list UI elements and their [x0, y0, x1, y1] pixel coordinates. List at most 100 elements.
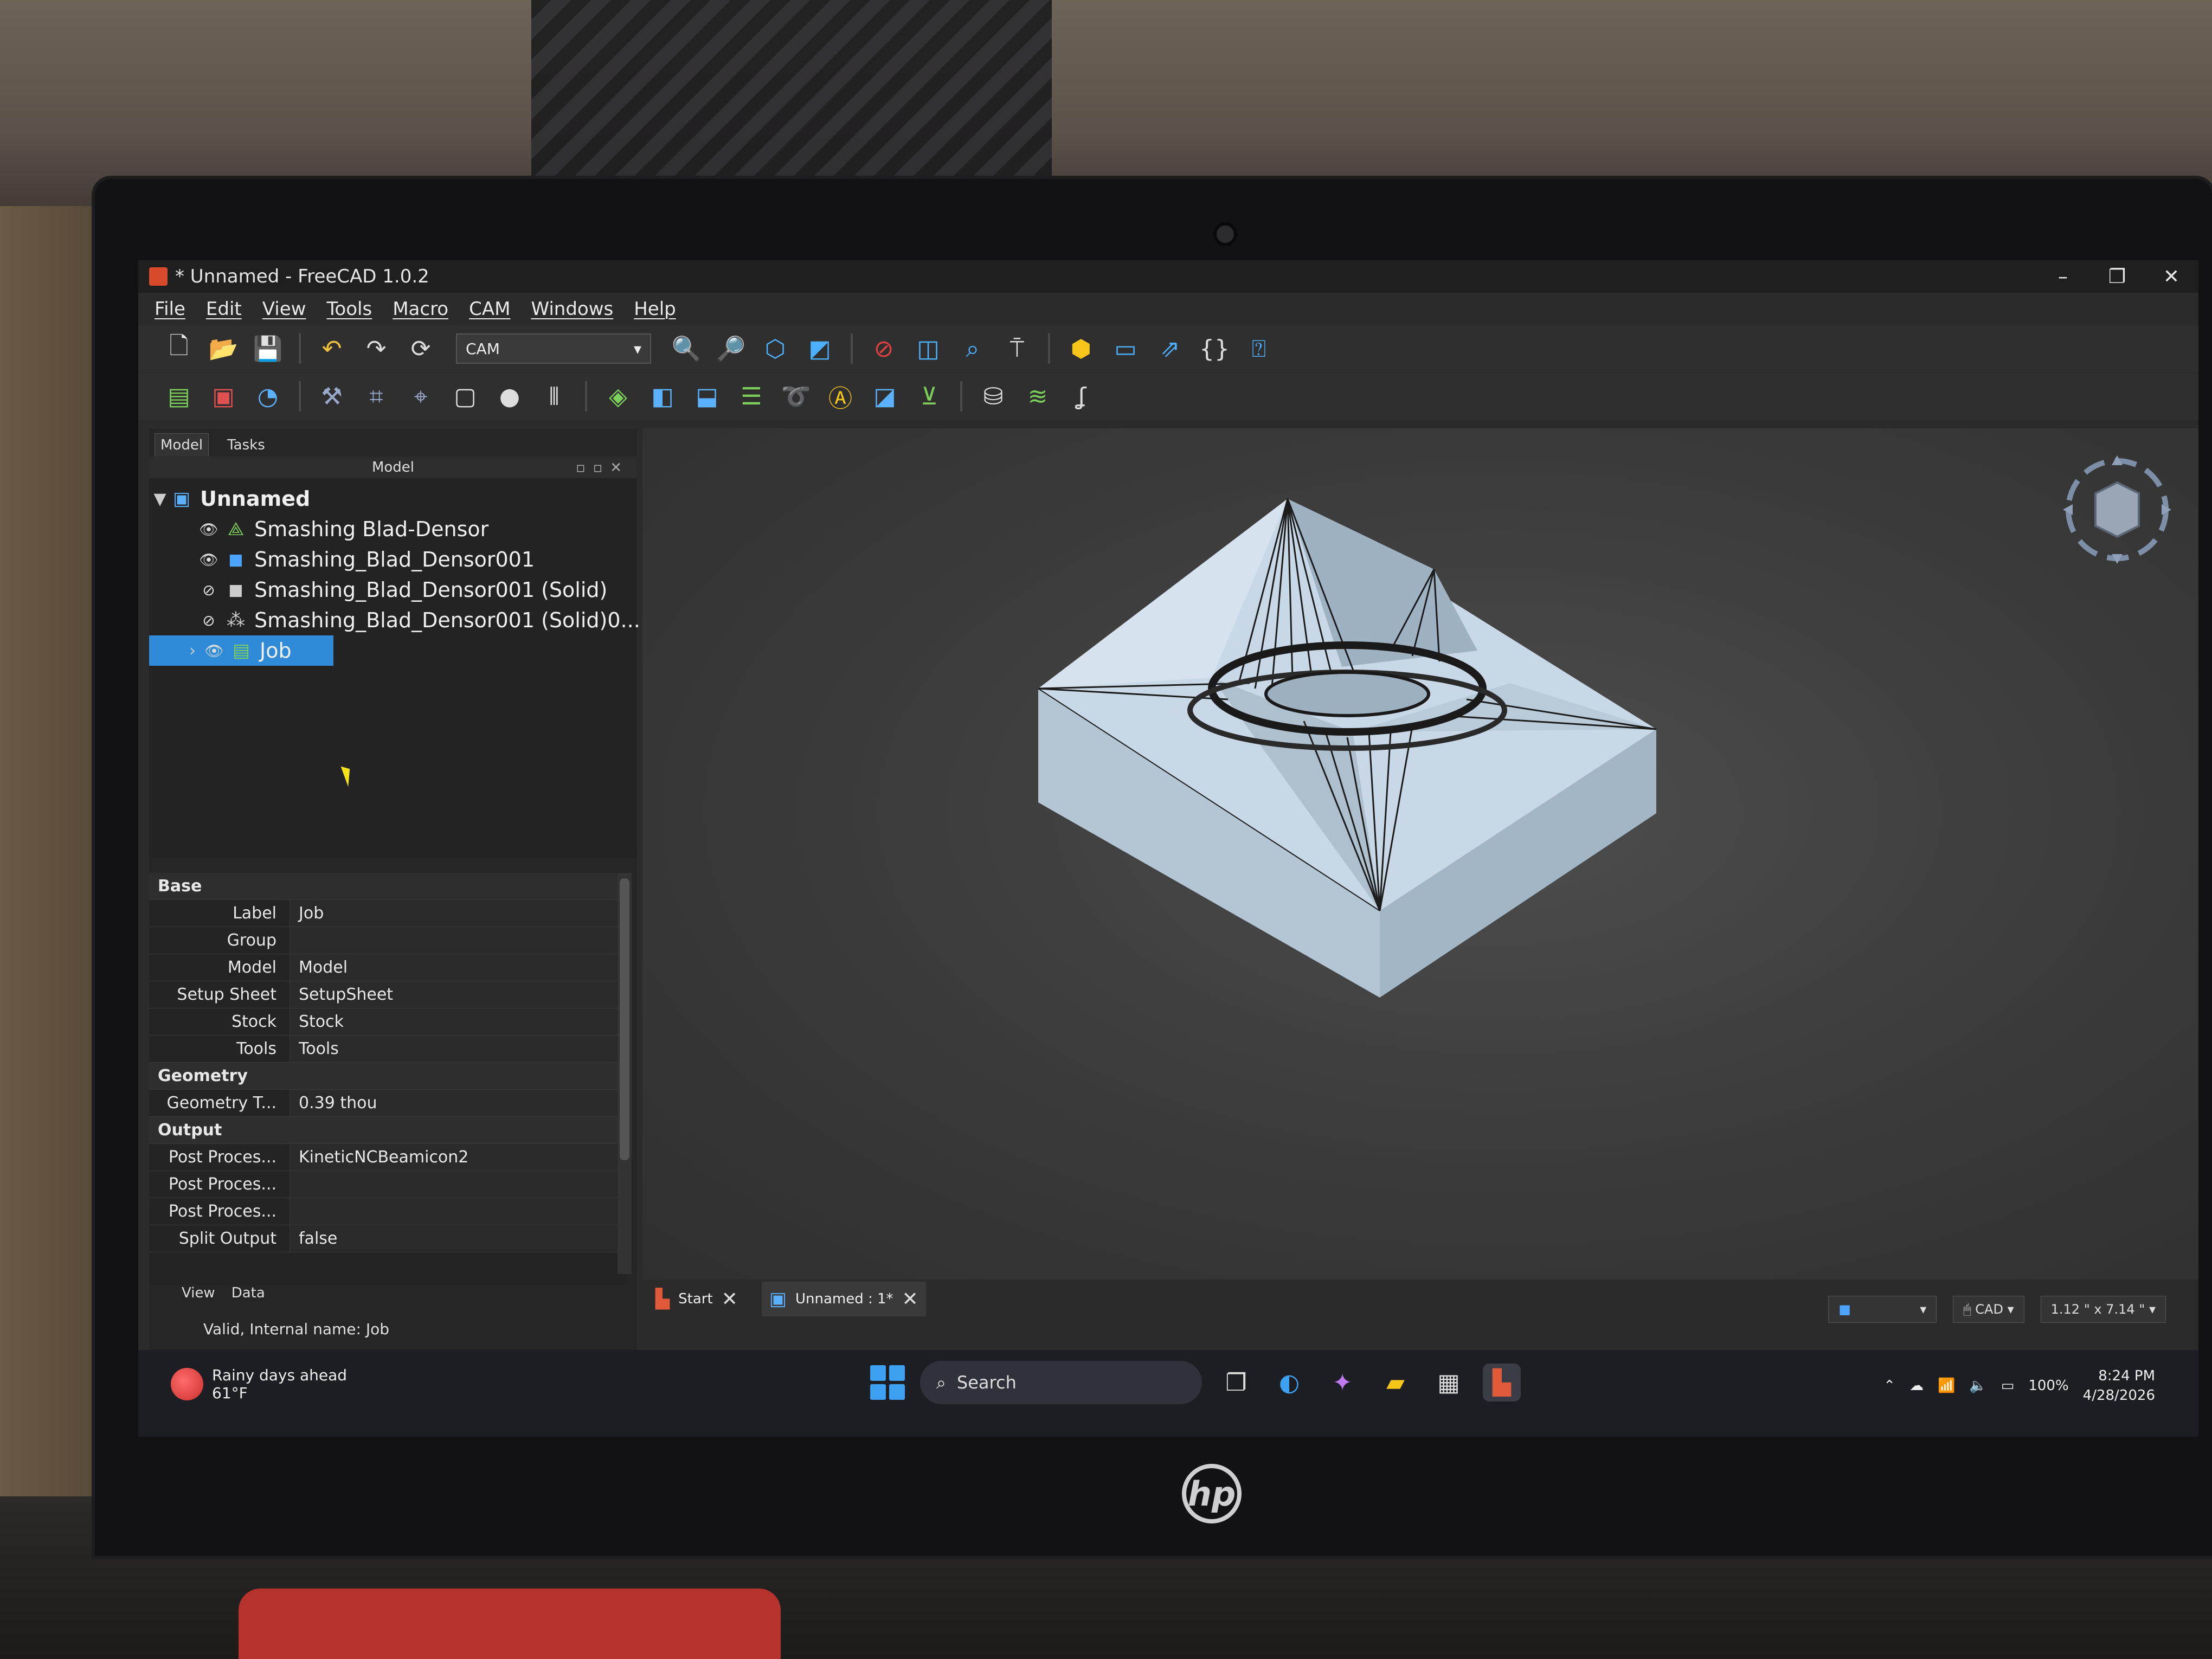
- tab-model[interactable]: Model: [155, 433, 209, 456]
- new-document-icon[interactable]: 🗋: [160, 331, 198, 366]
- menu-help[interactable]: Help: [634, 298, 676, 320]
- edge-icon[interactable]: ◐: [1270, 1364, 1308, 1401]
- face-icon[interactable]: ☰: [732, 379, 770, 414]
- property-row[interactable]: Post Proces... KineticNCBeamicon2: [149, 1144, 626, 1171]
- taskbar-search[interactable]: ⌕ Search: [920, 1361, 1202, 1404]
- freecad-taskbar-icon[interactable]: ▙: [1483, 1364, 1521, 1401]
- adaptive-icon[interactable]: ⬓: [688, 379, 726, 414]
- view-cube-icon[interactable]: ⬡: [756, 331, 794, 366]
- visibility-eye-icon[interactable]: 👁: [198, 551, 220, 569]
- property-group[interactable]: Base: [149, 873, 626, 900]
- menu-tools[interactable]: Tools: [326, 298, 372, 320]
- file-explorer-icon[interactable]: ▰: [1377, 1364, 1414, 1401]
- weather-widget[interactable]: Rainy days ahead 61°F: [171, 1366, 347, 1402]
- visibility-eye-icon[interactable]: 👁: [203, 642, 225, 660]
- store-icon[interactable]: ▦: [1430, 1364, 1468, 1401]
- surface-icon[interactable]: ◪: [866, 379, 904, 414]
- property-row[interactable]: Stock Stock: [149, 1008, 626, 1036]
- expand-arrow-icon[interactable]: ›: [182, 641, 203, 660]
- property-row[interactable]: Geometry T... 0.39 thou: [149, 1090, 626, 1117]
- draw-style-selector[interactable]: ■ ▾: [1828, 1296, 1937, 1323]
- job-icon[interactable]: ▤: [160, 379, 198, 414]
- deburr-icon[interactable]: ⊻: [910, 379, 948, 414]
- waterline-icon[interactable]: ≋: [1019, 379, 1057, 414]
- refresh-icon[interactable]: ⟳: [402, 331, 440, 366]
- tab-tasks[interactable]: Tasks: [222, 434, 271, 456]
- panel-controls-icon[interactable]: ▫▫✕: [576, 460, 629, 476]
- menu-view[interactable]: View: [262, 298, 306, 320]
- property-group[interactable]: Output: [149, 1117, 626, 1144]
- tree-root[interactable]: ▼ ▣ Unnamed: [149, 484, 310, 514]
- expand-arrow-icon[interactable]: ▼: [149, 490, 171, 509]
- pocket-icon[interactable]: ◧: [644, 379, 681, 414]
- close-tab-icon[interactable]: ✕: [902, 1288, 918, 1310]
- windows-start-icon[interactable]: [870, 1365, 905, 1400]
- save-icon[interactable]: 💾: [249, 331, 287, 366]
- helix-icon[interactable]: ➰: [777, 379, 815, 414]
- menu-edit[interactable]: Edit: [206, 298, 242, 320]
- clock[interactable]: 8:24 PM 4/28/2026: [2083, 1366, 2155, 1405]
- zoom-icon[interactable]: ⌕: [954, 331, 992, 366]
- whats-this-icon[interactable]: ⍰: [1240, 331, 1278, 366]
- custom-icon[interactable]: ʆ: [1063, 379, 1101, 414]
- measure-icon[interactable]: ⍑: [998, 331, 1036, 366]
- fit-all-icon[interactable]: 🔍: [667, 331, 705, 366]
- profile-icon[interactable]: ◈: [599, 379, 637, 414]
- property-row[interactable]: Label Job: [149, 900, 626, 927]
- property-row[interactable]: Model Model: [149, 954, 626, 981]
- property-row[interactable]: Post Proces...: [149, 1198, 626, 1225]
- battery-icon[interactable]: ▭: [2001, 1378, 2015, 1394]
- workbench-selector[interactable]: CAM ▾: [456, 333, 651, 364]
- property-scrollbar[interactable]: [618, 873, 632, 1274]
- property-row[interactable]: Post Proces...: [149, 1171, 626, 1198]
- tree-item[interactable]: 👁 ◼ Smashing_Blad_Densor001: [198, 544, 535, 575]
- stock-icon[interactable]: ▢: [446, 379, 484, 414]
- minimize-button[interactable]: –: [2036, 260, 2090, 293]
- post-process-icon[interactable]: ▣: [204, 379, 242, 414]
- engrave-icon[interactable]: Ⓐ: [821, 379, 859, 414]
- restore-button[interactable]: ❐: [2090, 260, 2144, 293]
- navigation-style-selector[interactable]: 🖱 CAD ▾: [1953, 1296, 2024, 1323]
- tab-unnamed[interactable]: ▣ Unnamed : 1* ✕: [761, 1282, 926, 1316]
- tree-item-job[interactable]: › 👁 ▤ Job: [149, 635, 333, 666]
- std-views-icon[interactable]: ◫: [909, 331, 947, 366]
- group-icon[interactable]: ▭: [1107, 331, 1144, 366]
- property-group[interactable]: Geometry: [149, 1063, 626, 1090]
- hidden-eye-icon[interactable]: ⊘: [198, 581, 220, 599]
- copilot-icon[interactable]: ✦: [1323, 1364, 1361, 1401]
- tab-view[interactable]: View: [182, 1285, 215, 1301]
- open-document-icon[interactable]: 📂: [204, 331, 242, 366]
- property-row[interactable]: Setup Sheet SetupSheet: [149, 981, 626, 1008]
- menu-windows[interactable]: Windows: [531, 298, 613, 320]
- fit-selection-icon[interactable]: 🔎: [712, 331, 750, 366]
- tab-start[interactable]: ▙ Start ✕: [648, 1282, 745, 1316]
- dressup-icon[interactable]: ⌗: [357, 379, 395, 414]
- bounding-box-icon[interactable]: ◩: [801, 331, 839, 366]
- simulator-icon[interactable]: ⛁: [974, 379, 1012, 414]
- chevron-up-icon[interactable]: ⌃: [1883, 1378, 1895, 1394]
- array-icon[interactable]: ⦀: [535, 379, 573, 414]
- drill-icon[interactable]: ●: [491, 379, 529, 414]
- link-icon[interactable]: ⇗: [1151, 331, 1189, 366]
- 3d-viewport[interactable]: [642, 428, 2198, 1279]
- navcube-box[interactable]: [2094, 481, 2140, 538]
- tree-item[interactable]: ⊘ ◼ Smashing_Blad_Densor001 (Solid): [198, 575, 607, 605]
- visibility-eye-icon[interactable]: 👁: [198, 520, 220, 538]
- hidden-eye-icon[interactable]: ⊘: [198, 612, 220, 629]
- property-row[interactable]: Tools Tools: [149, 1036, 626, 1063]
- tool-icon[interactable]: ⚒: [313, 379, 351, 414]
- close-tab-icon[interactable]: ✕: [722, 1288, 738, 1310]
- undo-icon[interactable]: ↶: [313, 331, 351, 366]
- sanity-icon[interactable]: ◔: [249, 379, 287, 414]
- property-row[interactable]: Group: [149, 927, 626, 954]
- scrollbar-thumb[interactable]: [620, 878, 629, 1160]
- macro-icon[interactable]: {}: [1195, 331, 1233, 366]
- menu-cam[interactable]: CAM: [469, 298, 510, 320]
- tab-data[interactable]: Data: [232, 1285, 265, 1301]
- property-row[interactable]: Split Output false: [149, 1225, 626, 1252]
- menu-macro[interactable]: Macro: [393, 298, 448, 320]
- dimension-readout[interactable]: 1.12 " x 7.14 " ▾: [2040, 1296, 2166, 1323]
- redo-icon[interactable]: ↷: [357, 331, 395, 366]
- close-button[interactable]: ✕: [2144, 260, 2198, 293]
- stop-icon[interactable]: ⊘: [865, 331, 903, 366]
